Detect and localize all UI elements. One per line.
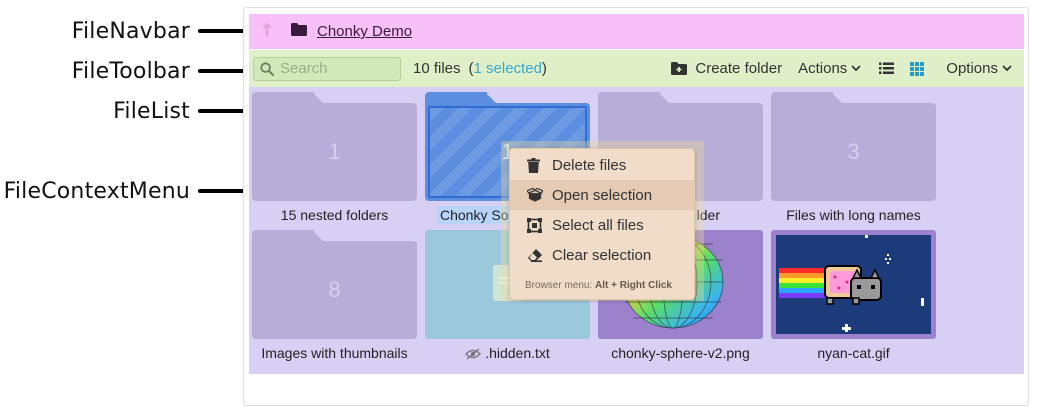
file-entry-folder[interactable]: 3 Files with long names	[771, 92, 936, 223]
file-count: 10 files	[413, 60, 461, 77]
context-item-label: Select all files	[552, 216, 644, 234]
callout-label: FileList	[113, 98, 190, 124]
context-item-label: Open selection	[552, 186, 653, 204]
options-label: Options	[946, 60, 998, 77]
chevron-down-icon	[1002, 65, 1012, 72]
eye-slash-icon	[465, 347, 482, 363]
grid-view-button[interactable]	[910, 61, 925, 76]
hint-prefix: Browser menu:	[525, 280, 596, 291]
file-name: chonky-sphere-v2.png	[611, 345, 750, 361]
callout-filenavbar: FileNavbar	[0, 18, 248, 44]
file-context-menu: Delete files Open selection Select all f…	[509, 148, 695, 300]
search-icon	[260, 61, 274, 76]
context-menu-hint: Browser menu: Alt + Right Click	[525, 280, 694, 291]
trash-icon	[527, 157, 543, 173]
file-name: Files with long names	[786, 207, 921, 223]
file-name: 15 nested folders	[280, 207, 389, 223]
callout-label: FileNavbar	[71, 18, 190, 44]
grid-icon	[910, 61, 925, 76]
folder-icon: 8	[252, 230, 417, 339]
context-item-open-selection[interactable]: Open selection	[510, 180, 694, 210]
open-box-icon	[527, 188, 543, 202]
options-dropdown[interactable]: Options	[946, 60, 1012, 77]
folder-plus-icon	[671, 62, 688, 75]
file-navbar: Chonky Demo	[249, 14, 1024, 49]
callout-line	[198, 109, 248, 113]
hint-shortcut: Alt + Right Click	[595, 280, 672, 291]
callout-line	[198, 29, 248, 33]
paren-close: )	[541, 60, 547, 77]
list-icon	[879, 62, 895, 75]
select-all-icon	[527, 217, 543, 233]
callout-label: FileToolbar	[71, 58, 190, 84]
selected-count-text[interactable]: 1 selected	[474, 60, 542, 77]
image-thumbnail	[771, 230, 936, 339]
file-entry-folder[interactable]: 8 Images with thumbnails	[252, 230, 417, 361]
callout-filetoolbar: FileToolbar	[0, 58, 248, 84]
context-item-select-all[interactable]: Select all files	[510, 210, 694, 240]
callout-line	[198, 69, 248, 73]
actions-label: Actions	[798, 60, 848, 77]
folder-child-count: 8	[328, 277, 341, 302]
search-box	[253, 56, 401, 81]
breadcrumb-chonky-demo[interactable]: Chonky Demo	[317, 23, 412, 40]
search-input[interactable]	[274, 60, 390, 77]
callout-filelist: FileList	[0, 98, 248, 124]
context-item-clear-selection[interactable]: Clear selection	[510, 240, 694, 270]
list-view-button[interactable]	[879, 62, 895, 75]
selection-count: (1 selected)	[469, 60, 547, 77]
file-name-row: .hidden.txt	[425, 345, 590, 363]
file-name: Images with thumbnails	[261, 345, 408, 361]
context-item-label: Delete files	[552, 156, 627, 174]
nyan-cat-image	[776, 235, 931, 334]
actions-dropdown[interactable]: Actions	[798, 60, 861, 77]
file-entry-folder[interactable]: 1 15 nested folders	[252, 92, 417, 223]
folder-icon: 1	[252, 92, 417, 201]
eraser-icon	[527, 248, 543, 262]
file-name: .hidden.txt	[485, 345, 550, 361]
file-toolbar: 10 files (1 selected) Create folder Acti…	[249, 50, 1024, 87]
toolbar-actions: Create folder Actions Options	[655, 60, 1024, 77]
folder-child-count: 3	[847, 139, 860, 164]
file-name: nyan-cat.gif	[817, 345, 890, 361]
chevron-down-icon	[851, 65, 861, 72]
callout-label: FileContextMenu	[3, 178, 190, 204]
folder-child-count: 1	[328, 139, 341, 164]
file-entry-image[interactable]: nyan-cat.gif	[771, 230, 936, 361]
folder-icon	[291, 22, 307, 41]
context-item-label: Clear selection	[552, 246, 652, 264]
create-folder-button[interactable]: Create folder	[671, 60, 782, 77]
create-folder-label: Create folder	[695, 60, 783, 77]
folder-icon: 3	[771, 92, 936, 201]
context-item-delete-files[interactable]: Delete files	[510, 150, 694, 180]
arrow-up-icon[interactable]	[249, 21, 285, 42]
